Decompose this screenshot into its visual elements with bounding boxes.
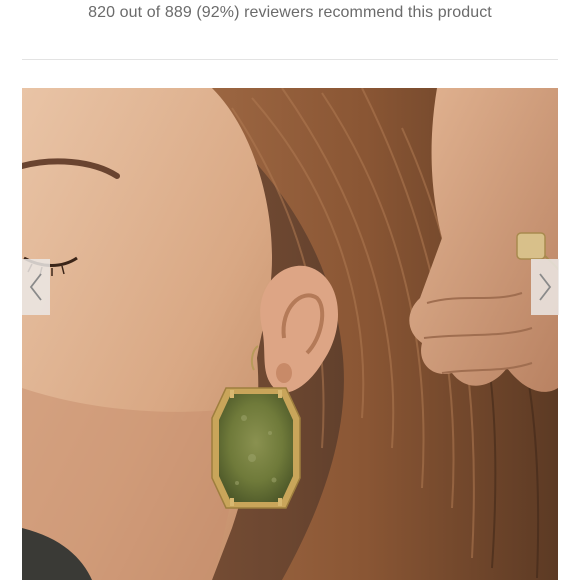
carousel-prev-button[interactable]	[22, 259, 50, 315]
product-photo	[22, 88, 558, 580]
chevron-left-icon	[29, 273, 42, 301]
divider	[22, 59, 558, 60]
product-image-carousel[interactable]	[22, 88, 558, 580]
product-page: 820 out of 889 (92%) reviewers recommend…	[0, 0, 580, 580]
chevron-right-icon	[539, 273, 552, 301]
review-recommendation-text: 820 out of 889 (92%) reviewers recommend…	[88, 4, 492, 21]
carousel-next-button[interactable]	[531, 259, 559, 315]
